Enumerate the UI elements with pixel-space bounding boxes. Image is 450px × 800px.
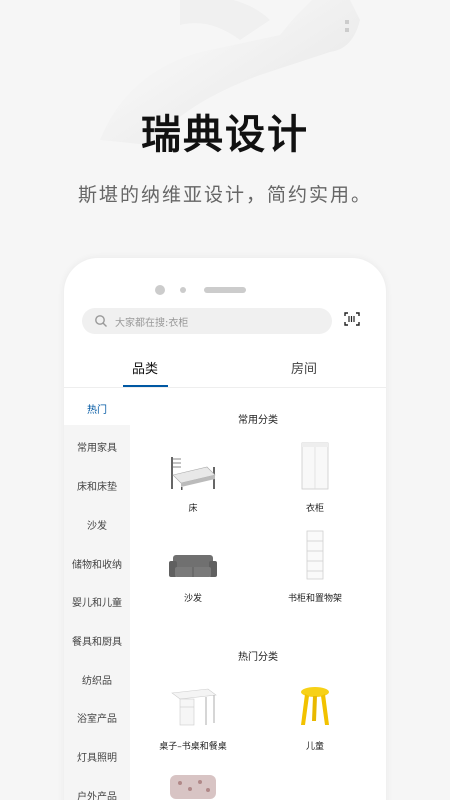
kids-stool-image bbox=[301, 687, 329, 725]
hero-banner: 瑞典设计 斯堪的纳维亚设计，简约实用。 bbox=[0, 0, 450, 260]
tab-rooms[interactable]: 房间 bbox=[264, 358, 344, 377]
sidebar-item-hot[interactable]: 热门 bbox=[64, 389, 130, 425]
product-label: 桌子–书桌和餐桌 bbox=[159, 742, 227, 752]
product-label: 衣柜 bbox=[305, 504, 324, 514]
phone-top-bar bbox=[64, 284, 386, 296]
sidebar-item-storage[interactable]: 储物和收纳 bbox=[64, 556, 130, 571]
search-placeholder: 大家都在搜:衣柜 bbox=[115, 317, 189, 329]
wardrobe-image bbox=[301, 442, 329, 490]
search-icon bbox=[95, 315, 107, 327]
tab-categories[interactable]: 品类 bbox=[105, 358, 185, 377]
scan-icon[interactable] bbox=[344, 312, 360, 326]
search-input[interactable]: 大家都在搜:衣柜 bbox=[82, 308, 332, 334]
camera-dot bbox=[155, 285, 165, 295]
active-tab-indicator bbox=[123, 385, 168, 387]
textile-product-image[interactable] bbox=[168, 769, 218, 799]
sidebar-item-textiles[interactable]: 纺织品 bbox=[64, 672, 130, 687]
sidebar-item-baby-kids[interactable]: 婴儿和儿童 bbox=[64, 594, 130, 609]
sidebar-item-lighting[interactable]: 灯具照明 bbox=[64, 749, 130, 764]
product-kids[interactable]: 儿童 bbox=[260, 669, 370, 752]
bookshelf-image bbox=[306, 530, 324, 580]
speaker-grille bbox=[204, 287, 246, 293]
sensor-dot bbox=[180, 287, 186, 293]
sidebar-item-kitchen[interactable]: 餐具和厨具 bbox=[64, 633, 130, 648]
sidebar-item-outdoor[interactable]: 户外产品 bbox=[64, 788, 130, 800]
sidebar-item-beds[interactable]: 床和床垫 bbox=[64, 478, 130, 493]
hero-title: 瑞典设计 bbox=[141, 112, 309, 158]
category-content: 常用分类 床 衣柜 沙发 书柜和置物架 热门分类 桌子–书桌和餐桌 儿童 bbox=[130, 389, 386, 800]
product-wardrobe[interactable]: 衣柜 bbox=[260, 431, 370, 514]
sofa-image bbox=[169, 555, 217, 577]
product-label: 沙发 bbox=[183, 594, 202, 604]
product-bookshelf[interactable]: 书柜和置物架 bbox=[260, 521, 370, 604]
sidebar-item-sofas[interactable]: 沙发 bbox=[64, 517, 130, 532]
section-title-common: 常用分类 bbox=[238, 415, 278, 426]
product-label: 儿童 bbox=[305, 742, 324, 752]
section-title-hot: 热门分类 bbox=[238, 652, 278, 663]
sidebar-item-common-furniture[interactable]: 常用家具 bbox=[64, 439, 130, 454]
sidebar-item-bathroom[interactable]: 浴室产品 bbox=[64, 710, 130, 725]
product-sofa[interactable]: 沙发 bbox=[138, 521, 248, 604]
product-label: 书柜和置物架 bbox=[287, 594, 342, 604]
hero-subtitle: 斯堪的纳维亚设计，简约实用。 bbox=[77, 184, 372, 206]
phone-mockup: 大家都在搜:衣柜 品类 房间 热门 常用家具 床和床垫 沙发 储物和收纳 婴儿和… bbox=[64, 258, 386, 800]
product-desk[interactable]: 桌子–书桌和餐桌 bbox=[138, 669, 248, 752]
product-bed[interactable]: 床 bbox=[138, 431, 248, 514]
category-sidebar: 热门 常用家具 床和床垫 沙发 储物和收纳 婴儿和儿童 餐具和厨具 纺织品 浴室… bbox=[64, 389, 130, 800]
desk-image bbox=[171, 688, 217, 726]
category-tabs: 品类 房间 bbox=[64, 352, 386, 388]
pillow-image bbox=[170, 775, 216, 799]
product-label: 床 bbox=[188, 504, 198, 514]
bed-image bbox=[171, 457, 216, 490]
